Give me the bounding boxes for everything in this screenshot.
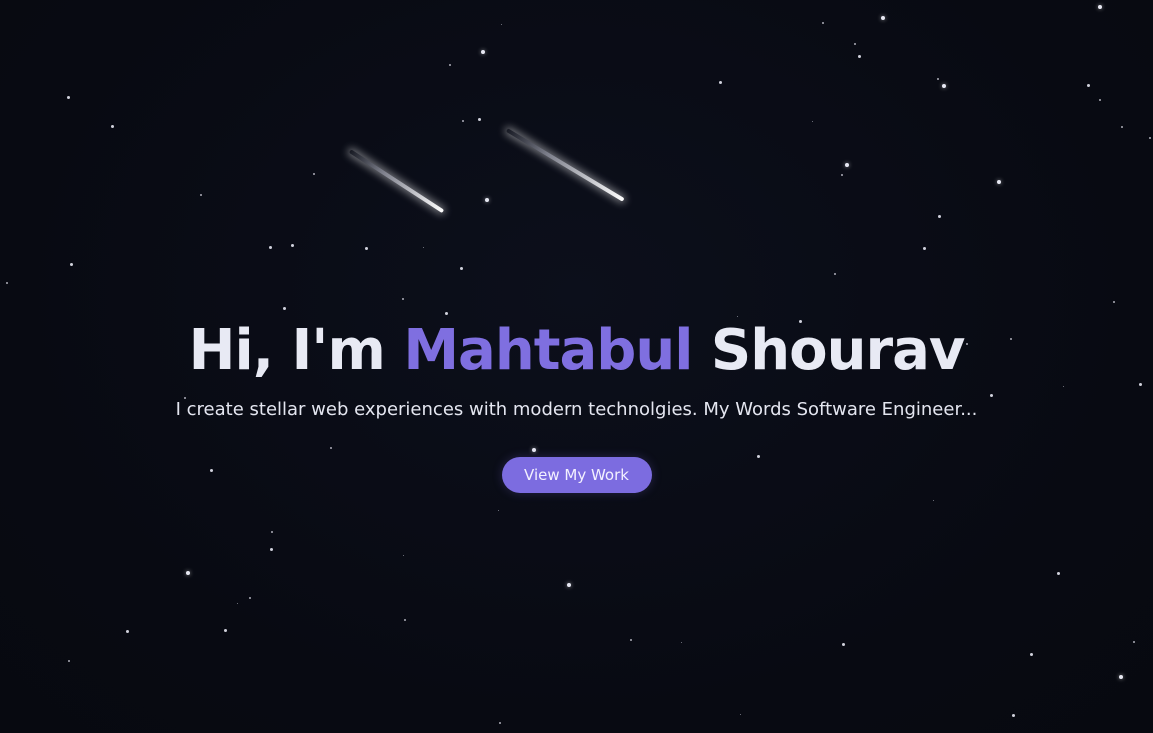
star <box>854 43 856 45</box>
star <box>811 120 813 122</box>
star <box>680 641 682 643</box>
star <box>249 597 251 599</box>
star <box>937 78 939 80</box>
hero-content: Hi, I'm Mahtabul Shourav I create stella… <box>0 313 1153 493</box>
star <box>477 117 481 121</box>
hero-greeting: Hi, I'm <box>188 318 386 383</box>
star <box>402 298 404 300</box>
star <box>922 246 926 250</box>
star <box>364 246 368 250</box>
star <box>822 22 824 24</box>
star <box>841 174 843 176</box>
star <box>6 282 8 284</box>
star <box>459 266 463 270</box>
star <box>841 642 845 646</box>
star <box>1119 675 1123 679</box>
star <box>271 531 273 533</box>
star <box>404 619 406 621</box>
star <box>497 509 499 511</box>
star <box>422 246 424 248</box>
star <box>269 547 273 551</box>
star <box>942 84 946 88</box>
star <box>630 639 632 641</box>
star <box>66 95 70 99</box>
star <box>881 16 885 20</box>
star <box>485 198 489 202</box>
star <box>236 602 238 604</box>
star <box>481 50 485 54</box>
star <box>402 554 404 556</box>
star <box>1056 571 1060 575</box>
star <box>69 262 73 266</box>
star <box>290 243 294 247</box>
star <box>567 583 571 587</box>
star <box>268 245 272 249</box>
star <box>718 80 722 84</box>
star <box>997 180 1001 184</box>
star <box>1086 83 1090 87</box>
star <box>110 124 114 128</box>
star <box>1099 99 1101 101</box>
star <box>1133 641 1135 643</box>
star <box>1011 713 1015 717</box>
hero-tagline: I create stellar web experiences with mo… <box>175 399 978 420</box>
star <box>1029 652 1033 656</box>
hero-last-name: Shourav <box>710 318 965 383</box>
star <box>1149 137 1151 139</box>
star <box>462 120 464 122</box>
star <box>125 629 129 633</box>
star <box>845 163 849 167</box>
star <box>223 628 227 632</box>
star <box>857 54 861 58</box>
star <box>68 660 70 662</box>
hero-section: Hi, I'm Mahtabul Shourav I create stella… <box>0 0 1153 733</box>
star <box>1098 5 1102 9</box>
star <box>500 23 502 25</box>
hero-title: Hi, I'm Mahtabul Shourav <box>0 313 1153 389</box>
view-my-work-button[interactable]: View My Work <box>501 457 652 493</box>
star <box>186 571 190 575</box>
star <box>1113 301 1115 303</box>
star <box>834 273 836 275</box>
hero-first-name: Mahtabul <box>403 318 693 383</box>
star <box>200 194 202 196</box>
star <box>313 173 315 175</box>
star <box>739 713 741 715</box>
star <box>499 722 501 724</box>
star <box>1121 126 1123 128</box>
star <box>282 306 286 310</box>
star <box>937 214 941 218</box>
star <box>932 499 934 501</box>
star <box>449 64 451 66</box>
